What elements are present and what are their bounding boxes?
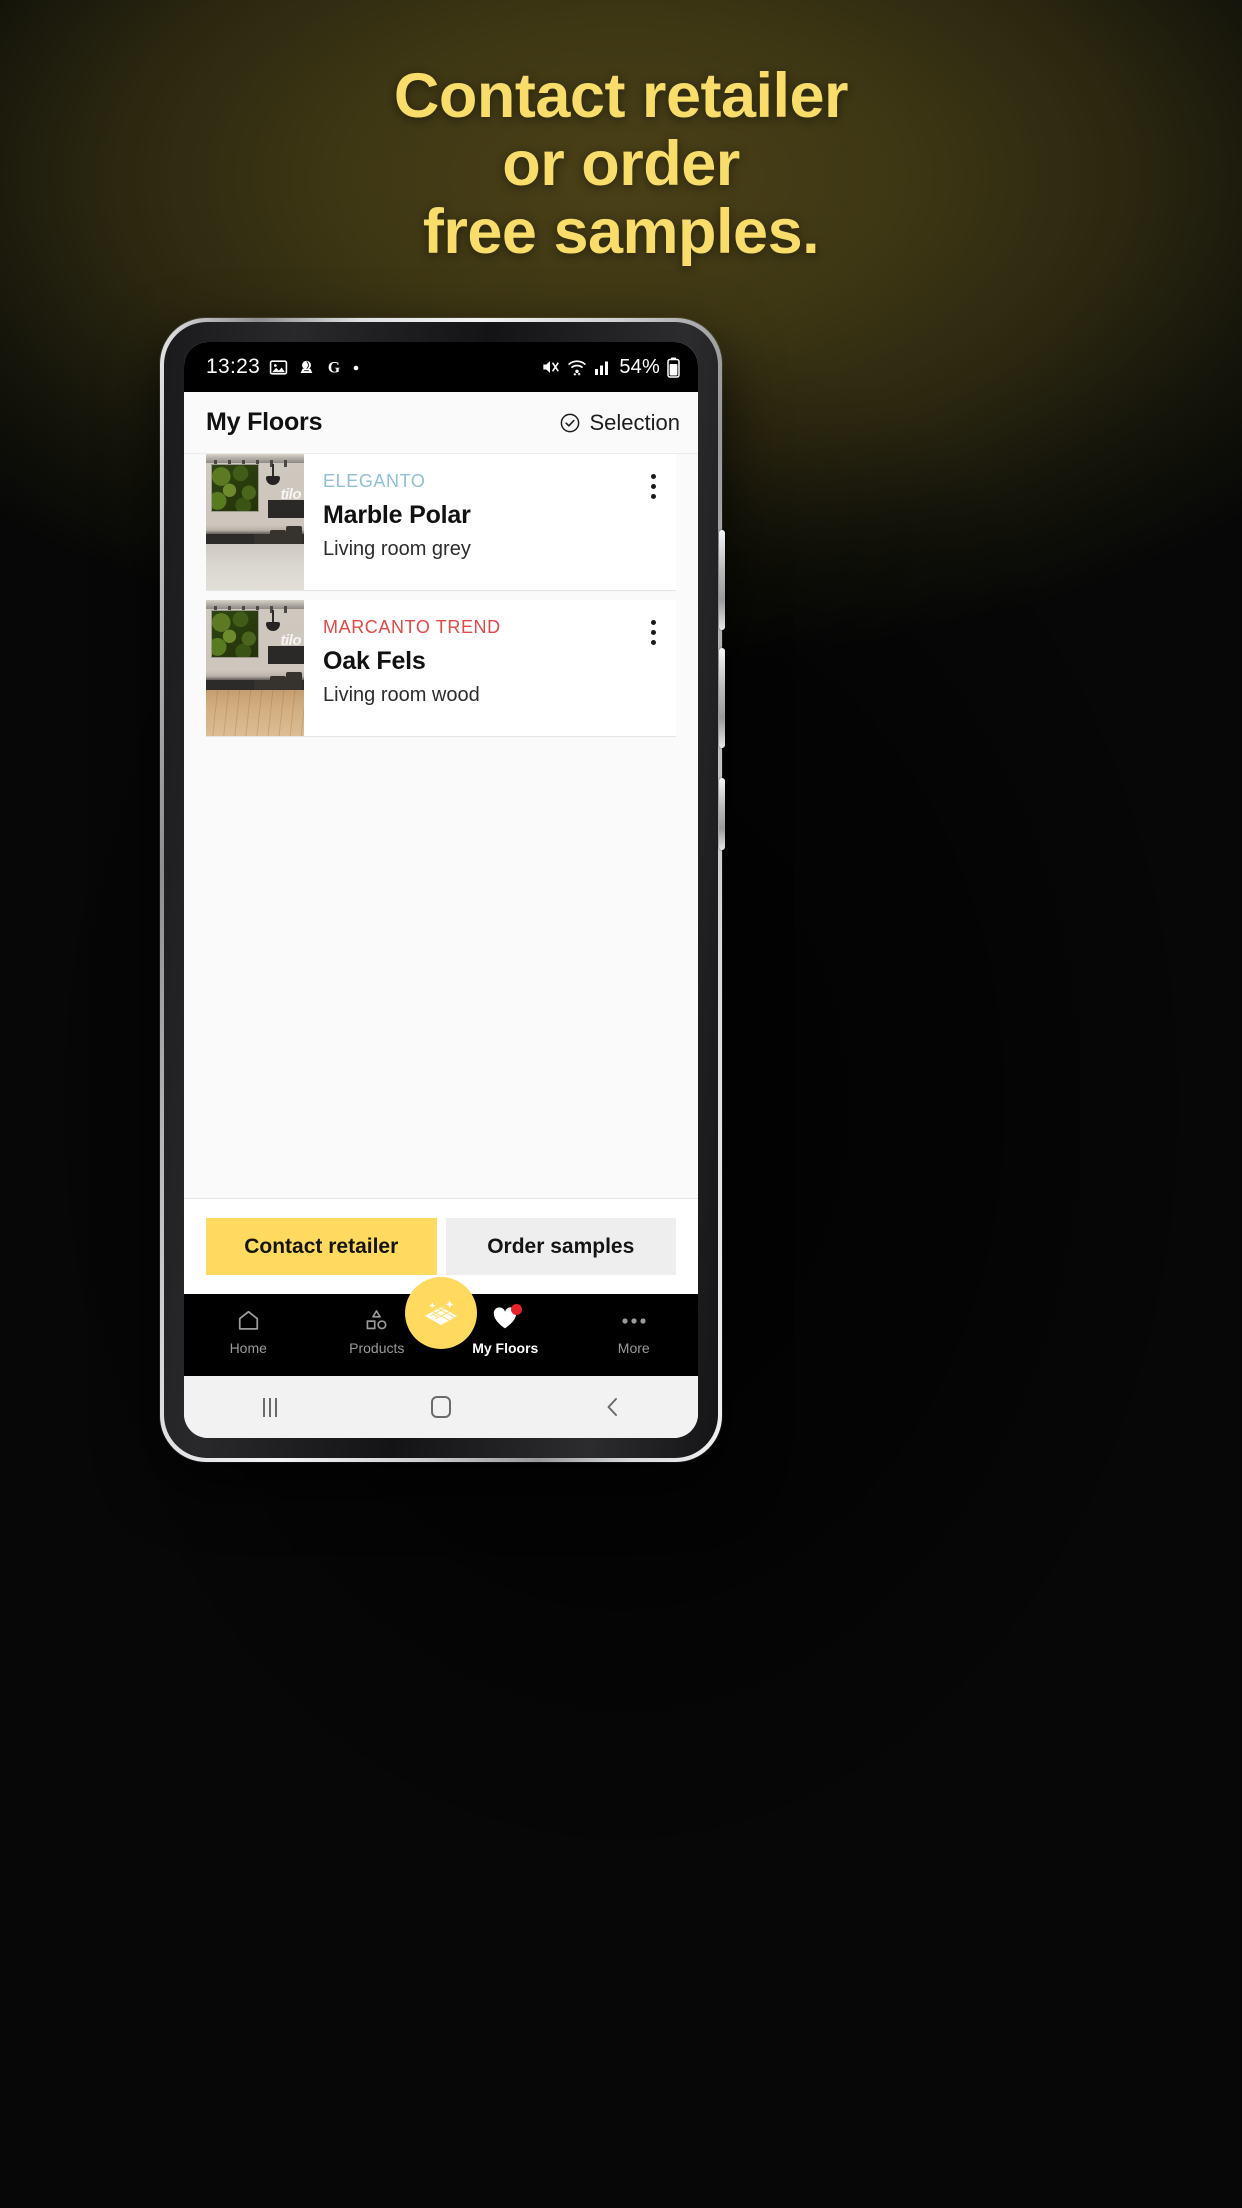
list-item[interactable]: tilo MARCANTO TREND Oak Fels Living room… — [206, 600, 676, 737]
product-thumbnail: tilo — [206, 454, 304, 590]
recents-icon — [262, 1397, 277, 1417]
power-button[interactable] — [719, 778, 725, 850]
app-header: My Floors Selection — [184, 392, 698, 454]
list-item[interactable]: tilo ELEGANTO Marble Polar Living room g… — [206, 454, 676, 591]
volume-up-button[interactable] — [719, 530, 725, 630]
mute-icon — [543, 361, 560, 373]
thumbnail-floor — [206, 690, 304, 736]
kebab-menu-icon[interactable] — [630, 454, 676, 590]
svg-text:G: G — [328, 359, 340, 376]
status-bar-clock: 13:23 — [206, 355, 261, 378]
home-square-icon — [430, 1396, 451, 1418]
product-name: Marble Polar — [323, 501, 471, 529]
home-icon — [236, 1307, 261, 1334]
status-bar-left: 13:23 G — [206, 355, 360, 379]
dot-icon — [353, 365, 359, 370]
thumbnail-pendant-lamp — [266, 610, 280, 631]
wifi-icon — [568, 360, 587, 376]
nav-item-more[interactable]: More — [570, 1307, 699, 1356]
volume-down-button[interactable] — [719, 648, 725, 748]
thumbnail-plant-wall — [211, 464, 259, 512]
nav-label-my-floors: My Floors — [472, 1340, 539, 1356]
check-circle-icon — [561, 413, 580, 432]
battery-percent-label: 54% — [619, 355, 660, 378]
my-floors-list[interactable]: tilo ELEGANTO Marble Polar Living room g… — [184, 454, 698, 1198]
order-samples-button[interactable]: Order samples — [445, 1218, 676, 1275]
contact-retailer-button[interactable]: Contact retailer — [206, 1218, 437, 1275]
product-thumbnail: tilo — [206, 600, 304, 736]
google-icon: G — [328, 359, 340, 376]
status-bar: 13:23 G 54% — [184, 342, 698, 392]
page-title: My Floors — [206, 408, 323, 436]
product-subtitle: Living room grey — [323, 538, 471, 560]
headline-line-2: or order — [502, 129, 740, 199]
status-bar-right: 54% — [540, 356, 680, 379]
selection-button[interactable]: Selection — [559, 410, 680, 436]
product-brand: ELEGANTO — [323, 471, 426, 491]
shapes-icon — [364, 1307, 389, 1334]
headline-line-3: free samples. — [422, 197, 820, 267]
phone-screen: 13:23 G 54% My Floors Selection tilo ELE… — [184, 342, 698, 1438]
thumbnail-ceiling-beam — [206, 454, 304, 467]
selection-label: Selection — [589, 409, 680, 435]
thumbnail-pendant-lamp — [266, 464, 280, 485]
nav-item-my-floors[interactable]: My Floors — [441, 1304, 570, 1356]
recents-button[interactable] — [184, 1397, 355, 1417]
heart-icon — [492, 1304, 523, 1334]
signal-icon — [595, 361, 609, 375]
product-brand: MARCANTO TREND — [323, 617, 501, 637]
list-item-body: MARCANTO TREND Oak Fels Living room wood — [304, 600, 630, 736]
list-item-body: ELEGANTO Marble Polar Living room grey — [304, 454, 630, 590]
product-name: Oak Fels — [323, 647, 426, 675]
notification-badge — [511, 1304, 523, 1315]
thumbnail-ceiling-beam — [206, 600, 304, 613]
back-chevron-icon — [607, 1398, 617, 1416]
nav-item-home[interactable]: Home — [184, 1307, 313, 1356]
product-subtitle: Living room wood — [323, 684, 480, 706]
back-button[interactable] — [527, 1396, 698, 1418]
battery-icon — [667, 357, 680, 378]
promo-headline: Contact retailer or order free samples. — [0, 62, 1242, 266]
thumbnail-plant-wall — [211, 610, 259, 658]
headline-line-1: Contact retailer — [393, 61, 849, 131]
screen-record-icon — [300, 360, 313, 373]
nav-label-home: Home — [229, 1340, 267, 1356]
bottom-navigation: Home Products My Floors More — [184, 1277, 699, 1376]
home-button[interactable] — [355, 1396, 526, 1418]
thumbnail-floor — [206, 544, 304, 590]
image-icon — [269, 359, 288, 375]
ellipsis-icon — [621, 1307, 647, 1334]
nav-label-products: Products — [349, 1340, 405, 1356]
kebab-menu-icon[interactable] — [630, 600, 676, 736]
nav-label-more: More — [617, 1340, 650, 1356]
phone-mockup: 13:23 G 54% My Floors Selection tilo ELE… — [160, 318, 725, 1462]
system-navigation-bar — [184, 1376, 698, 1438]
